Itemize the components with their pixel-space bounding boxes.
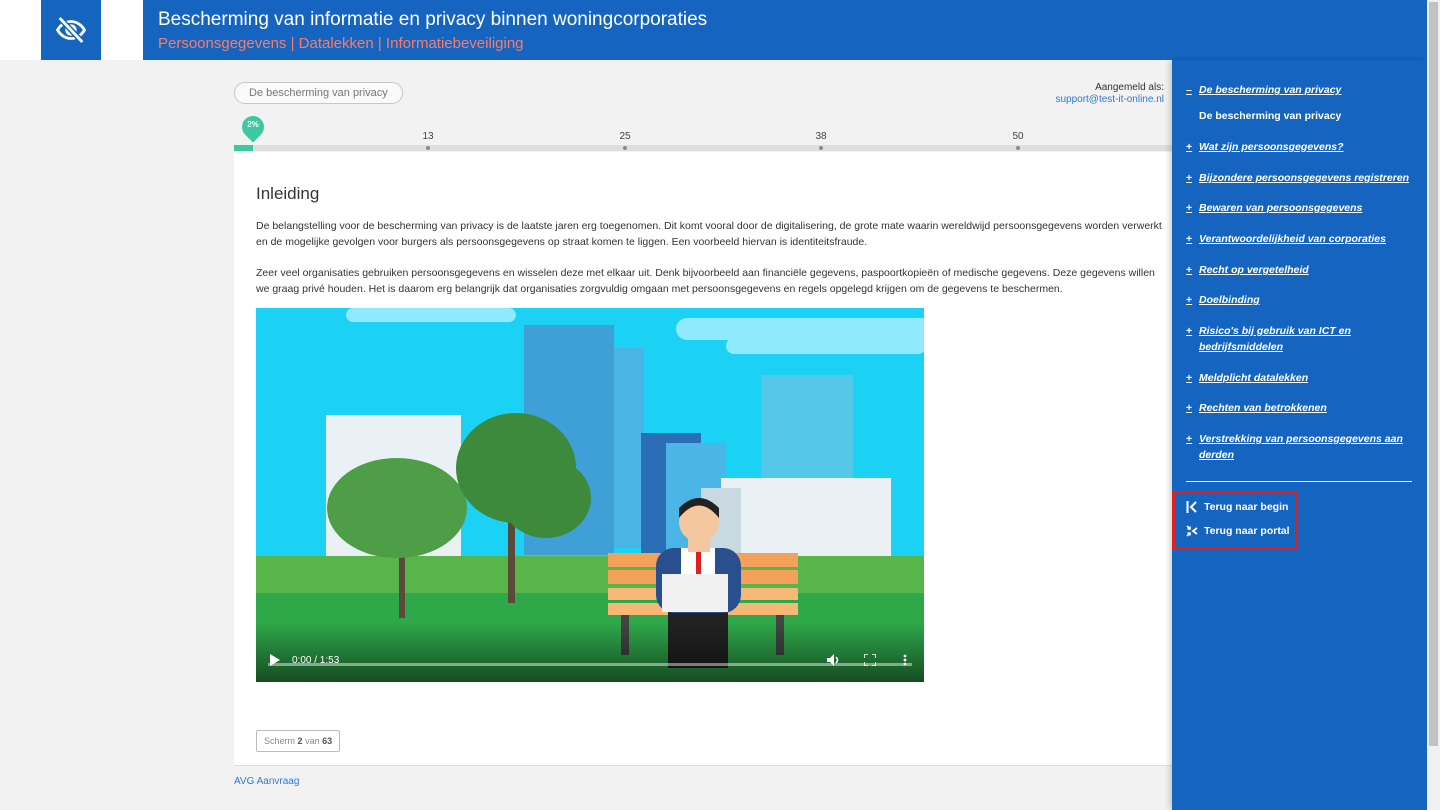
app-header: Bescherming van informatie en privacy bi… [0,0,1427,60]
video-seek-bar[interactable] [268,663,912,666]
progress-tick-label: 50 [1012,131,1024,142]
sidebar-item-label: Bewaren van persoonsgegevens [1199,202,1363,214]
intro-paragraph: De belangstelling voor de bescherming va… [256,220,1162,248]
progress-percent: 2% [247,120,259,129]
expand-icon: + [1186,372,1193,384]
account-label: Aangemeld als: [1095,82,1164,93]
sidebar-item-label: Risico's bij gebruik van ICT en bedrijfs… [1199,325,1351,353]
main-content: De bescherming van privacy Aangemeld als… [0,60,1172,810]
progress-fill [234,145,253,151]
pager-prefix: Scherm [264,736,296,746]
sidebar-item-label: Verstrekking van persoonsgegevens aan de… [1199,433,1403,461]
collapse-icon: – [1186,84,1192,96]
scrollbar-thumb[interactable] [1429,2,1438,746]
account-email: support@test-it-online.nl [1055,94,1164,105]
expand-icon: + [1186,264,1193,276]
sidebar-item-label: Verantwoordelijkheid van corporaties [1199,233,1386,245]
sidebar-item-label: Meldplicht datalekken [1199,372,1309,384]
highlight-box [1172,491,1298,550]
chapter-sidebar: – De bescherming van privacy De bescherm… [1172,60,1427,810]
expand-icon: + [1186,402,1193,414]
account-info: Aangemeld als: support@test-it-online.nl [1055,82,1164,106]
sidebar-item-active[interactable]: – De bescherming van privacy [1186,82,1416,98]
video-player[interactable]: 0:00 / 1:53 [256,308,924,682]
sidebar-item[interactable]: + Recht op vergetelheid [1186,262,1416,278]
avg-request-link[interactable]: AVG Aanvraag [234,776,299,787]
expand-icon: + [1186,325,1193,337]
expand-icon: + [1186,433,1193,445]
expand-icon: + [1186,172,1193,184]
logo[interactable] [41,0,101,60]
pager-total: 63 [322,736,333,746]
content-card: Inleiding De belangstelling voor de besc… [234,152,1172,766]
progress-bar [234,145,1172,151]
progress-tick [819,146,823,150]
page-title: Bescherming van informatie en privacy bi… [158,9,708,30]
sidebar-item-label: De bescherming van privacy [1199,84,1342,96]
sidebar-item[interactable]: + Doelbinding [1186,292,1416,308]
sidebar-item-label: Wat zijn persoonsgegevens? [1199,141,1344,153]
progress-tick-label: 25 [619,131,631,142]
sidebar-item[interactable]: + Risico's bij gebruik van ICT en bedrij… [1186,323,1356,355]
sidebar-item-label: Rechten van betrokkenen [1199,402,1327,414]
expand-icon: + [1186,294,1193,306]
intro-paragraph: Zeer veel organisaties gebruiken persoon… [256,267,1155,295]
pager-middle: van [305,736,320,746]
sidebar-divider [1186,481,1412,482]
video-controls: 0:00 / 1:53 [256,622,924,682]
sidebar-item-label: Doelbinding [1199,294,1260,306]
sidebar-item[interactable]: + Wat zijn persoonsgegevens? [1186,139,1416,155]
progress-tick-label: 38 [815,131,827,142]
sidebar-item[interactable]: + Meldplicht datalekken [1186,370,1416,386]
progress-tick [426,146,430,150]
breadcrumb[interactable]: De bescherming van privacy [234,82,403,104]
expand-icon: + [1186,202,1193,214]
sidebar-item-label: Bijzondere persoonsgegevens registreren [1199,172,1410,184]
sidebar-subitem[interactable]: De bescherming van privacy [1199,110,1341,122]
screen-counter: Scherm 2 van 63 [256,730,341,752]
progress-tick [623,146,627,150]
sidebar-item[interactable]: + Verstrekking van persoonsgegevens aan … [1186,431,1406,463]
sidebar-item[interactable]: + Bewaren van persoonsgegevens [1186,200,1416,216]
sidebar-item[interactable]: + Rechten van betrokkenen [1186,400,1416,416]
sidebar-item[interactable]: + Bijzondere persoonsgegevens registrere… [1186,170,1416,186]
sidebar-item-label: Recht op vergetelheid [1199,264,1309,276]
pager-current: 2 [297,736,303,746]
progress-tick [1016,146,1020,150]
progress-tick-label: 13 [422,131,434,142]
expand-icon: + [1186,233,1193,245]
sidebar-item[interactable]: + Verantwoordelijkheid van corporaties [1186,231,1416,247]
page-subtitle: Persoonsgegevens | Datalekken | Informat… [158,35,524,52]
eye-off-icon [55,16,87,44]
page-scrollbar[interactable] [1427,0,1440,810]
expand-icon: + [1186,141,1193,153]
section-heading: Inleiding [256,184,320,203]
